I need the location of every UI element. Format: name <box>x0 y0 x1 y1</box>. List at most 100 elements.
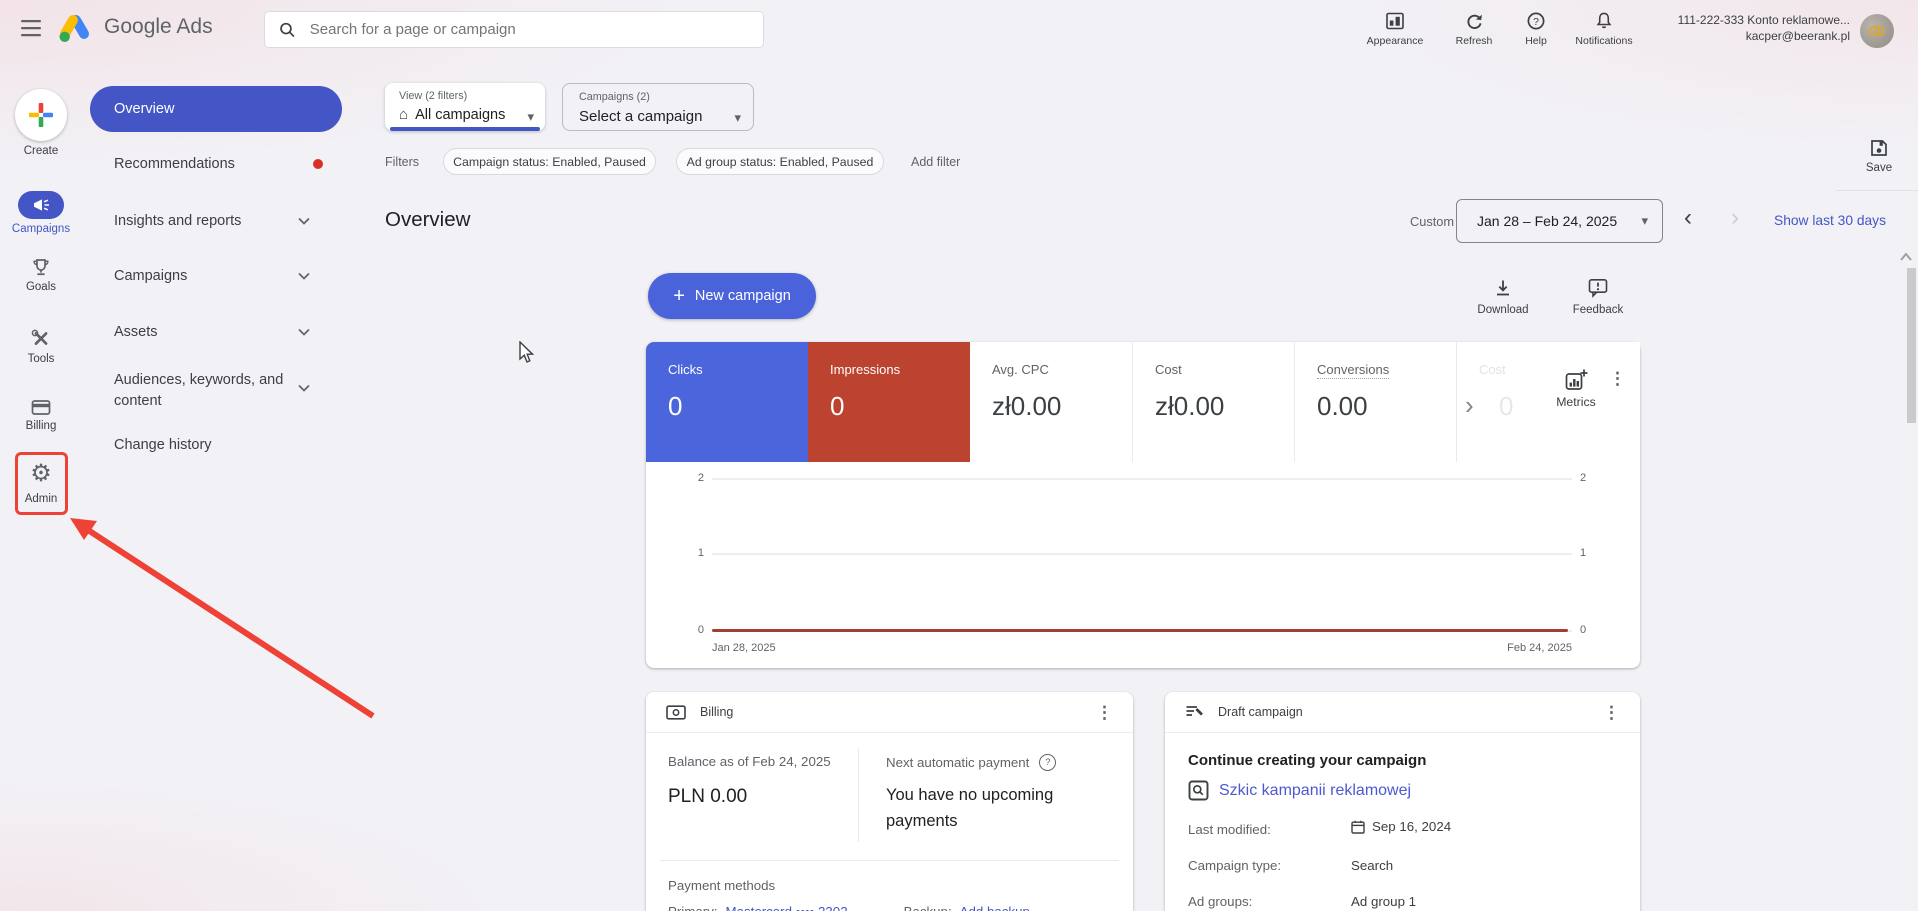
primary-method-link[interactable]: Mastercard •••• 2302 <box>726 904 848 911</box>
save-floppy-icon <box>1871 140 1887 156</box>
rail-item-goals[interactable]: Goals <box>0 258 82 293</box>
save-button[interactable]: Save <box>1856 138 1902 174</box>
new-campaign-button[interactable]: + New campaign <box>648 273 816 319</box>
main-menu-button[interactable] <box>21 19 43 37</box>
insights-chevron-down-icon[interactable] <box>298 217 310 225</box>
balance-label: Balance as of Feb 24, 2025 <box>668 754 831 769</box>
sidebar-item-recommendations[interactable]: Recommendations <box>114 156 235 172</box>
cost-label: Cost <box>1155 362 1182 377</box>
appearance-button[interactable]: Appearance <box>1357 9 1433 47</box>
help-button[interactable]: ? Help <box>1498 9 1574 47</box>
account-email: kacper@beerank.pl <box>1745 29 1850 43</box>
scrollbar-up-arrow[interactable] <box>1899 252 1913 262</box>
feedback-icon <box>1588 278 1608 298</box>
ytick-left-2: 2 <box>697 472 704 484</box>
ytick-left-0: 0 <box>697 624 704 636</box>
rail-item-billing[interactable]: Billing <box>0 399 82 432</box>
credit-card-icon <box>31 400 51 415</box>
sidebar-item-insights-and-reports[interactable]: Insights and reports <box>114 213 241 229</box>
filter-chip-ad-group-status[interactable]: Ad group status: Enabled, Paused <box>676 148 884 175</box>
tools-label: Tools <box>27 353 55 365</box>
view-filter-value: All campaigns <box>415 106 506 123</box>
avatar[interactable] <box>1860 14 1894 48</box>
draft-campaign-link[interactable]: Szkic kampanii reklamowej <box>1188 780 1411 801</box>
campaigns-chevron-down-icon[interactable] <box>298 272 310 280</box>
refresh-icon <box>1467 14 1482 30</box>
billing-column-divider <box>858 748 859 842</box>
download-button[interactable]: Download <box>1466 278 1540 316</box>
sidebar-item-campaigns[interactable]: Campaigns <box>114 268 187 284</box>
rail-item-campaigns[interactable]: Campaigns <box>0 191 82 235</box>
sidebar-item-audiences[interactable]: Audiences, keywords, and content <box>114 370 289 412</box>
page-title: Overview <box>385 208 471 231</box>
scorecards-kebab-menu[interactable]: ⋮ <box>1609 370 1626 387</box>
performance-chart: 2 1 0 2 1 0 Jan 28, 2025 Feb 24, 2025 <box>646 462 1640 668</box>
billing-rail-label: Billing <box>25 420 57 432</box>
ytick-right-2: 2 <box>1580 472 1587 484</box>
account-info[interactable]: 111-222-333 Konto reklamowe... kacper@be… <box>1652 12 1850 44</box>
sidebar-item-change-history[interactable]: Change history <box>114 437 212 453</box>
next-payment-help-icon[interactable]: ? <box>1039 754 1057 771</box>
scorecard-avg-cpc[interactable]: Avg. CPC zł0.00 <box>970 342 1132 462</box>
cards-scroll-right-button[interactable]: › <box>1465 390 1474 421</box>
tools-icon <box>31 329 48 345</box>
campaign-type-value: Search <box>1351 858 1394 873</box>
svg-text:?: ? <box>1533 16 1539 28</box>
gridline-1 <box>712 553 1572 555</box>
previous-period-button[interactable]: ‹ <box>1684 206 1692 230</box>
draft-card-title: Draft campaign <box>1218 705 1303 719</box>
filter-chip-campaign-status[interactable]: Campaign status: Enabled, Paused <box>443 148 656 175</box>
google-ads-logo[interactable]: Google Ads <box>56 11 213 43</box>
metrics-button[interactable]: Metrics <box>1543 368 1609 409</box>
impressions-label: Impressions <box>830 362 901 377</box>
audiences-chevron-down-icon[interactable] <box>298 384 310 392</box>
search-input[interactable] <box>307 20 749 39</box>
trophy-icon <box>33 259 49 276</box>
scorecard-clicks[interactable]: Clicks 0 <box>646 342 808 462</box>
product-name: Google Ads <box>104 15 213 38</box>
scorecard-cost[interactable]: Cost zł0.00 <box>1132 342 1294 462</box>
view-caret-icon: ▾ <box>527 109 534 124</box>
metrics-label: Metrics <box>1556 395 1596 409</box>
new-campaign-label: New campaign <box>694 288 791 304</box>
campaigns-rail-label: Campaigns <box>11 223 71 235</box>
billing-card: Billing ⋮ Balance as of Feb 24, 2025 PLN… <box>646 692 1133 911</box>
notifications-button[interactable]: Notifications <box>1566 9 1642 47</box>
billing-kebab-menu[interactable]: ⋮ <box>1096 704 1113 721</box>
date-caret-icon: ▾ <box>1641 213 1648 228</box>
view-filter-label: View (2 filters) <box>399 90 468 102</box>
hamburger-icon <box>21 20 41 37</box>
global-search[interactable] <box>264 11 764 48</box>
appearance-icon <box>1386 12 1404 30</box>
overview-chart-panel: Clicks 0 Impressions 0 Avg. CPC zł0.00 C… <box>646 342 1640 668</box>
next-payment-value: You have no upcoming payments <box>886 786 1054 830</box>
date-range-dropdown[interactable]: Jan 28 – Feb 24, 2025 ▾ <box>1456 199 1663 243</box>
rail-item-create[interactable]: Create <box>0 89 82 157</box>
campaign-select-dropdown[interactable]: Campaigns (2) Select a campaign ▾ <box>562 83 754 131</box>
add-filter-button[interactable]: Add filter <box>911 155 960 169</box>
show-last-30-days-link[interactable]: Show last 30 days <box>1774 213 1886 228</box>
last-modified-value: Sep 16, 2024 <box>1372 819 1452 834</box>
draft-icon <box>1186 706 1203 716</box>
avatar-ornament-icon <box>1869 25 1885 37</box>
campaign-type-label: Campaign type: <box>1188 858 1282 873</box>
create-plus-icon <box>29 103 53 127</box>
scorecard-impressions[interactable]: Impressions 0 <box>808 342 970 462</box>
sidebar-item-overview[interactable]: Overview <box>90 86 342 132</box>
cost-value: zł0.00 <box>1155 391 1225 421</box>
feedback-button[interactable]: Feedback <box>1561 278 1635 316</box>
draft-kebab-menu[interactable]: ⋮ <box>1603 704 1620 721</box>
next-period-button[interactable]: › <box>1731 206 1739 230</box>
plus-icon: + <box>673 284 685 307</box>
scrollbar-thumb[interactable] <box>1907 268 1916 423</box>
sidebar-item-assets[interactable]: Assets <box>114 324 158 340</box>
recommendations-badge-dot <box>313 159 323 169</box>
view-filter-dropdown[interactable]: View (2 filters) ⌂ All campaigns ▾ <box>385 83 545 131</box>
rail-item-tools[interactable]: Tools <box>0 329 82 365</box>
scorecard-conversions[interactable]: Conversions 0.00 <box>1294 342 1456 462</box>
last-modified-label: Last modified: <box>1188 822 1271 837</box>
scorecard-hidden: Cost 0 › Metrics ⋮ <box>1456 342 1640 462</box>
backup-method-link[interactable]: Add backup <box>960 904 1030 911</box>
draft-card-header: Draft campaign ⋮ <box>1165 692 1640 733</box>
assets-chevron-down-icon[interactable] <box>298 328 310 336</box>
